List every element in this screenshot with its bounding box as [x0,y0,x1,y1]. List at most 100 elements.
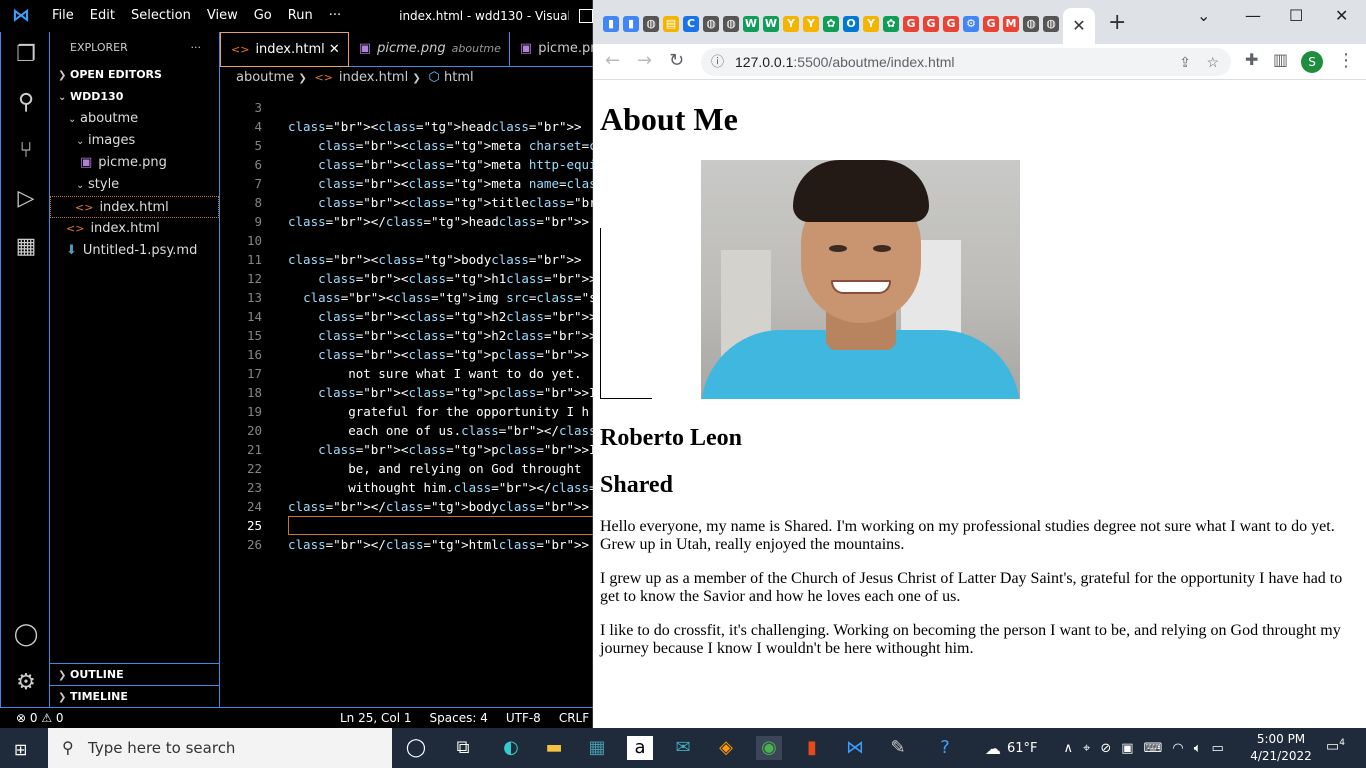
tab-favicon-c-icon[interactable]: C [683,16,699,32]
tab-favicon-globe-icon[interactable]: ◍ [1043,16,1059,32]
taskbar-clock[interactable]: 5:00 PM 4/21/2022 [1248,731,1314,765]
code-line[interactable] [288,231,593,250]
tree-file-picme-png[interactable]: ▣ picme.png [50,152,219,174]
tree-folder-images[interactable]: ⌄ images [50,130,219,152]
wifi-icon[interactable]: ◠ [1172,741,1183,756]
forward-arrow-icon[interactable]: → [637,50,652,71]
menu-go[interactable]: Go [246,0,280,32]
bookmark-star-icon[interactable]: ☆ [1206,48,1219,76]
tray-app-icon[interactable]: ⊘ [1100,741,1111,756]
manage-gear-icon[interactable]: ⚙ [13,670,39,696]
tab-favicon-y-icon[interactable]: Y [803,16,819,32]
breadcrumb-element[interactable]: html [444,70,474,85]
vscode-taskbar-icon[interactable]: ⋈ [842,736,868,760]
address-bar[interactable]: ⓘ 127.0.0.1:5500/aboutme/index.html ⇪ ☆ [701,48,1231,76]
tab-favicon-g-icon[interactable]: G [943,16,959,32]
tab-favicon-globe-icon[interactable]: ◍ [703,16,719,32]
back-arrow-icon[interactable]: ← [605,50,620,71]
open-editors-section[interactable]: ❯ OPEN EDITORS [50,64,219,86]
tab-favicon-globe-icon[interactable]: ◍ [1023,16,1039,32]
side-panel-icon[interactable]: ▥ [1273,50,1288,69]
breadcrumb-file[interactable]: index.html [339,70,408,85]
tray-app-icon[interactable]: ▣ [1121,741,1133,756]
tab-picme-preview[interactable]: ▣ picme.pr [510,32,605,67]
new-tab-plus-icon[interactable]: + [1108,10,1126,35]
code-line[interactable]: grateful for the opportunity I h [288,402,593,421]
tab-favicon-g-icon[interactable]: G [903,16,919,32]
chrome-icon[interactable]: ◉ [756,736,782,760]
weather-cloud-icon[interactable]: ☁ [985,739,1001,758]
minimize-icon[interactable]: — [1245,6,1261,25]
end-of-line[interactable]: CRLF [559,708,589,728]
tab-favicon-g-icon[interactable]: G [923,16,939,32]
reload-icon[interactable]: ↻ [669,50,684,71]
code-line[interactable]: class="br"><class="tg">h1class="br">>Abo… [288,269,593,288]
extensions-icon[interactable]: ▦ [13,234,39,260]
tab-favicon-w-icon[interactable]: W [763,16,779,32]
profile-avatar[interactable]: S [1301,51,1323,73]
code-line[interactable]: class="br"><class="tg">titleclass="br">>… [288,193,593,212]
edge-browser-icon[interactable]: ◐ [498,736,524,760]
language-icon[interactable]: ▭ [1212,741,1224,756]
tab-favicon-g-icon[interactable]: G [983,16,999,32]
cortana-circle-icon[interactable]: ◯ [403,736,429,760]
code-line[interactable]: each one of us.class="br"></class="tg">p… [288,421,593,440]
brave-browser-icon[interactable]: ◈ [713,736,739,760]
maximize-icon[interactable]: ☐ [1289,6,1303,25]
mail-icon[interactable]: ✉ [670,736,696,760]
extensions-puzzle-icon[interactable]: ✚ [1245,50,1258,69]
code-line[interactable]: be, and relying on God throught [288,459,593,478]
tab-favicon-globe-icon[interactable]: ◍ [723,16,739,32]
code-line[interactable]: class="br"><class="tg">pclass="br">> Hel… [288,345,593,364]
tab-favicon-chart-icon[interactable]: ▮ [623,16,639,32]
tray-app-icon[interactable]: ⌨ [1144,741,1163,756]
code-line[interactable]: class="br"><class="tg">headclass="br">> [288,117,593,136]
indentation[interactable]: Spaces: 4 [430,708,488,728]
tab-favicon-leaf-icon[interactable]: ✿ [823,16,839,32]
microsoft-store-icon[interactable]: ▦ [584,736,610,760]
tab-favicon-w-icon[interactable]: W [743,16,759,32]
code-line[interactable]: class="br"></class="tg">bodyclass="br">> [288,497,593,516]
code-line[interactable]: not sure what I want to do yet. [288,364,593,383]
file-explorer-icon[interactable]: ▬ [541,736,567,760]
windows-start-icon[interactable]: ⊞ [14,740,27,759]
tab-favicon-globe-icon[interactable]: ◍ [643,16,659,32]
explorer-icon[interactable]: ❐ [13,42,39,68]
tree-folder-style[interactable]: ⌄ style [50,174,219,196]
tab-index-html[interactable]: <> index.html ✕ [220,32,349,67]
code-line[interactable]: class="br"><class="tg">h2class="br">>Rob… [288,307,593,326]
tab-favicon-gmail-icon[interactable]: M [1003,16,1019,32]
close-window-icon[interactable]: ✕ [1335,6,1348,25]
breadcrumb-folder[interactable]: aboutme [236,70,294,85]
code-line[interactable]: class="br"><class="tg">pclass="br">>I li… [288,440,593,459]
tab-favicon-y-icon[interactable]: Y [783,16,799,32]
notification-center-icon[interactable]: ▭4 [1326,738,1345,755]
code-line[interactable]: class="br"></class="tg">headclass="br">> [288,212,593,231]
tree-folder-aboutme[interactable]: ⌄ aboutme [50,108,219,130]
code-line[interactable]: class="br"><class="tg">img src=class="sv… [288,288,593,307]
browser-menu-icon[interactable]: ⋮ [1337,50,1355,71]
taskbar-search-box[interactable]: ⚲ Type here to search [48,728,392,768]
active-tab-close-icon[interactable]: ✕ [1063,8,1095,44]
code-line[interactable]: withought him.class="br"></class="tg">pc… [288,478,593,497]
tab-favicon-leaf-icon[interactable]: ✿ [883,16,899,32]
task-view-icon[interactable]: ⧉ [450,736,476,760]
code-line[interactable] [288,516,593,535]
account-icon[interactable]: ◯ [13,622,39,648]
tab-favicon-gear-icon[interactable]: ⚙ [963,16,979,32]
toggle-sidebar-icon[interactable] [579,9,593,23]
weather-temperature[interactable]: 61°F [1007,741,1038,756]
cursor-position[interactable]: Ln 25, Col 1 [340,708,412,728]
code-line[interactable]: class="br"></class="tg">htmlclass="br">> [288,535,593,554]
search-icon[interactable]: ⚲ [13,90,39,116]
code-line[interactable] [288,98,593,117]
problems-indicator[interactable]: ⊗ 0 ⚠ 0 [0,708,340,728]
code-line[interactable]: class="br"><class="tg">pclass="br">>I gr… [288,383,593,402]
tree-file-index-html[interactable]: <> index.html [50,218,219,240]
menu-edit[interactable]: Edit [82,0,123,32]
code-line[interactable]: class="br"><class="tg">meta charset=clas… [288,136,593,155]
code-line[interactable]: class="br"><class="tg">meta name=class="… [288,174,593,193]
tree-file-untitled-md[interactable]: ⬇ Untitled-1.psy.md [50,240,219,262]
tree-file-index-html-selected[interactable]: <> index.html [50,196,219,218]
timeline-section[interactable]: ❯ TIMELINE [50,686,220,708]
